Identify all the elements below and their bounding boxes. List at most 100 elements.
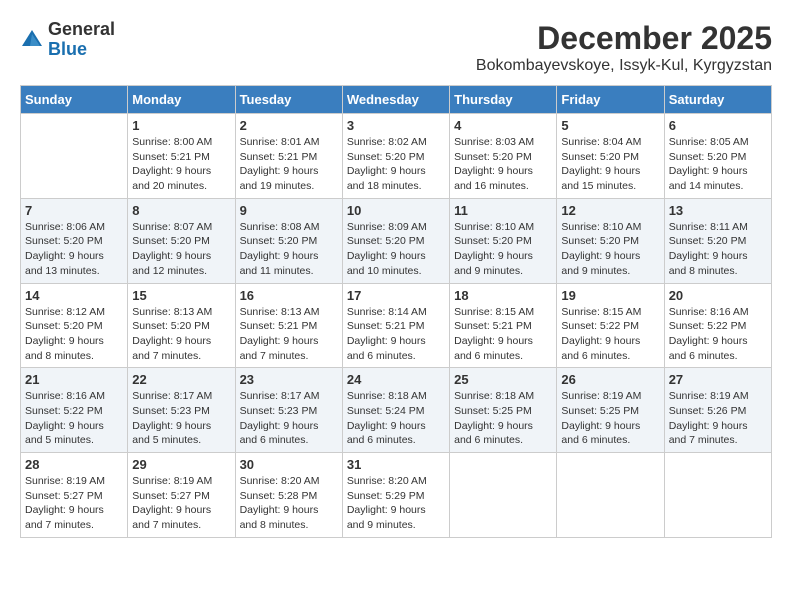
calendar-week-row: 1Sunrise: 8:00 AM Sunset: 5:21 PM Daylig… [21,114,772,199]
day-info: Sunrise: 8:01 AM Sunset: 5:21 PM Dayligh… [240,135,338,194]
calendar-cell: 1Sunrise: 8:00 AM Sunset: 5:21 PM Daylig… [128,114,235,199]
day-number: 1 [132,118,230,133]
day-number: 4 [454,118,552,133]
day-header-sunday: Sunday [21,86,128,114]
calendar-cell [450,453,557,538]
calendar-cell [664,453,771,538]
day-info: Sunrise: 8:05 AM Sunset: 5:20 PM Dayligh… [669,135,767,194]
day-number: 9 [240,203,338,218]
calendar-cell: 20 Sunrise: 8:16 AM Sunset: 5:22 PM Dayli… [664,283,771,368]
calendar-cell: 30 Sunrise: 8:20 AM Sunset: 5:28 PM Dayli… [235,453,342,538]
calendar-cell: 3 Sunrise: 8:02 AM Sunset: 5:20 PM Daylig… [342,114,449,199]
day-number: 20 [669,288,767,303]
day-info: Sunrise: 8:14 AM Sunset: 5:21 PM Dayligh… [347,305,445,364]
calendar-cell: 21 Sunrise: 8:16 AM Sunset: 5:22 PM Dayli… [21,368,128,453]
day-header-tuesday: Tuesday [235,86,342,114]
day-info: Sunrise: 8:19 AM Sunset: 5:27 PM Dayligh… [132,474,230,533]
day-number: 16 [240,288,338,303]
day-info: Sunrise: 8:20 AM Sunset: 5:29 PM Dayligh… [347,474,445,533]
calendar-cell: 8 Sunrise: 8:07 AM Sunset: 5:20 PM Daylig… [128,198,235,283]
calendar-cell: 15Sunrise: 8:13 AM Sunset: 5:20 PM Dayli… [128,283,235,368]
day-number: 3 [347,118,445,133]
calendar-week-row: 21 Sunrise: 8:16 AM Sunset: 5:22 PM Dayli… [21,368,772,453]
day-number: 11 [454,203,552,218]
calendar-cell: 27 Sunrise: 8:19 AM Sunset: 5:26 PM Dayli… [664,368,771,453]
logo-blue: Blue [48,39,87,59]
day-info: Sunrise: 8:16 AM Sunset: 5:22 PM Dayligh… [669,305,767,364]
logo-text: General Blue [48,20,115,60]
day-number: 26 [561,372,659,387]
title-block: December 2025 Bokombayevskoye, Issyk-Kul… [476,20,772,75]
calendar-cell: 11 Sunrise: 8:10 AM Sunset: 5:20 PM Dayli… [450,198,557,283]
day-number: 30 [240,457,338,472]
day-info: Sunrise: 8:09 AM Sunset: 5:20 PM Dayligh… [347,220,445,279]
logo-general: General [48,19,115,39]
day-info: Sunrise: 8:07 AM Sunset: 5:20 PM Dayligh… [132,220,230,279]
day-info: Sunrise: 8:17 AM Sunset: 5:23 PM Dayligh… [240,389,338,448]
day-info: Sunrise: 8:16 AM Sunset: 5:22 PM Dayligh… [25,389,123,448]
calendar-cell: 22Sunrise: 8:17 AM Sunset: 5:23 PM Dayli… [128,368,235,453]
day-number: 10 [347,203,445,218]
calendar-cell: 4Sunrise: 8:03 AM Sunset: 5:20 PM Daylig… [450,114,557,199]
calendar-cell: 31 Sunrise: 8:20 AM Sunset: 5:29 PM Dayli… [342,453,449,538]
calendar-cell: 5 Sunrise: 8:04 AM Sunset: 5:20 PM Daylig… [557,114,664,199]
day-number: 31 [347,457,445,472]
day-number: 27 [669,372,767,387]
day-info: Sunrise: 8:08 AM Sunset: 5:20 PM Dayligh… [240,220,338,279]
day-number: 14 [25,288,123,303]
day-info: Sunrise: 8:12 AM Sunset: 5:20 PM Dayligh… [25,305,123,364]
day-info: Sunrise: 8:13 AM Sunset: 5:20 PM Dayligh… [132,305,230,364]
calendar-cell: 28 Sunrise: 8:19 AM Sunset: 5:27 PM Dayli… [21,453,128,538]
day-info: Sunrise: 8:19 AM Sunset: 5:26 PM Dayligh… [669,389,767,448]
calendar-cell [557,453,664,538]
day-number: 23 [240,372,338,387]
day-number: 8 [132,203,230,218]
day-number: 28 [25,457,123,472]
day-info: Sunrise: 8:10 AM Sunset: 5:20 PM Dayligh… [454,220,552,279]
day-info: Sunrise: 8:06 AM Sunset: 5:20 PM Dayligh… [25,220,123,279]
calendar-week-row: 7 Sunrise: 8:06 AM Sunset: 5:20 PM Daylig… [21,198,772,283]
day-number: 7 [25,203,123,218]
calendar-cell: 26 Sunrise: 8:19 AM Sunset: 5:25 PM Dayli… [557,368,664,453]
day-number: 2 [240,118,338,133]
calendar-cell [21,114,128,199]
calendar-cell: 18Sunrise: 8:15 AM Sunset: 5:21 PM Dayli… [450,283,557,368]
day-header-thursday: Thursday [450,86,557,114]
calendar-table: SundayMondayTuesdayWednesdayThursdayFrid… [20,85,772,538]
day-info: Sunrise: 8:13 AM Sunset: 5:21 PM Dayligh… [240,305,338,364]
day-number: 21 [25,372,123,387]
day-number: 5 [561,118,659,133]
calendar-cell: 24Sunrise: 8:18 AM Sunset: 5:24 PM Dayli… [342,368,449,453]
day-number: 6 [669,118,767,133]
logo: General Blue [20,20,115,60]
month-title: December 2025 [476,20,772,57]
calendar-cell: 14 Sunrise: 8:12 AM Sunset: 5:20 PM Dayli… [21,283,128,368]
calendar-cell: 10 Sunrise: 8:09 AM Sunset: 5:20 PM Dayli… [342,198,449,283]
day-header-monday: Monday [128,86,235,114]
calendar-cell: 19Sunrise: 8:15 AM Sunset: 5:22 PM Dayli… [557,283,664,368]
day-number: 29 [132,457,230,472]
day-info: Sunrise: 8:20 AM Sunset: 5:28 PM Dayligh… [240,474,338,533]
day-number: 24 [347,372,445,387]
day-info: Sunrise: 8:15 AM Sunset: 5:21 PM Dayligh… [454,305,552,364]
day-number: 17 [347,288,445,303]
day-number: 13 [669,203,767,218]
day-info: Sunrise: 8:10 AM Sunset: 5:20 PM Dayligh… [561,220,659,279]
day-info: Sunrise: 8:02 AM Sunset: 5:20 PM Dayligh… [347,135,445,194]
day-info: Sunrise: 8:19 AM Sunset: 5:27 PM Dayligh… [25,474,123,533]
calendar-cell: 25Sunrise: 8:18 AM Sunset: 5:25 PM Dayli… [450,368,557,453]
day-info: Sunrise: 8:11 AM Sunset: 5:20 PM Dayligh… [669,220,767,279]
calendar-cell: 6 Sunrise: 8:05 AM Sunset: 5:20 PM Daylig… [664,114,771,199]
day-header-saturday: Saturday [664,86,771,114]
day-number: 19 [561,288,659,303]
day-info: Sunrise: 8:19 AM Sunset: 5:25 PM Dayligh… [561,389,659,448]
calendar-cell: 17 Sunrise: 8:14 AM Sunset: 5:21 PM Dayli… [342,283,449,368]
calendar-cell: 7 Sunrise: 8:06 AM Sunset: 5:20 PM Daylig… [21,198,128,283]
calendar-cell: 29 Sunrise: 8:19 AM Sunset: 5:27 PM Dayli… [128,453,235,538]
calendar-week-row: 28 Sunrise: 8:19 AM Sunset: 5:27 PM Dayli… [21,453,772,538]
day-number: 25 [454,372,552,387]
calendar-header-row: SundayMondayTuesdayWednesdayThursdayFrid… [21,86,772,114]
day-info: Sunrise: 8:04 AM Sunset: 5:20 PM Dayligh… [561,135,659,194]
day-number: 22 [132,372,230,387]
day-number: 12 [561,203,659,218]
